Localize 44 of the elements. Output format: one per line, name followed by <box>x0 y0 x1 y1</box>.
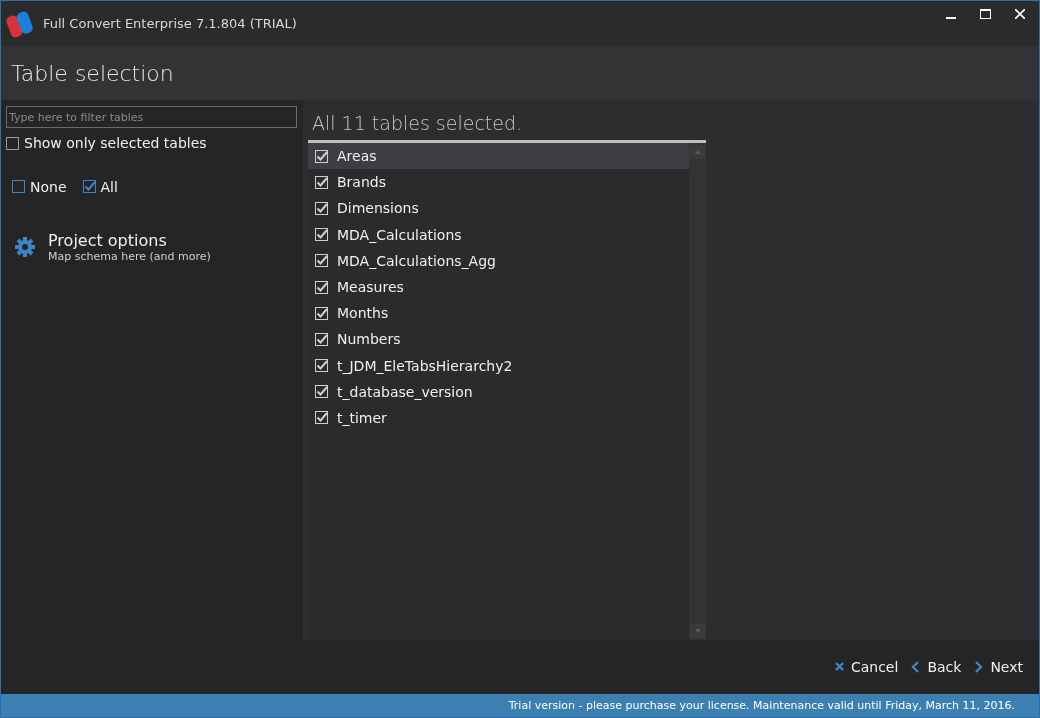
table-list-item[interactable]: t_JDM_EleTabsHierarchy2 <box>308 352 689 379</box>
chevron-right-icon <box>973 661 985 673</box>
checked-checkbox-icon[interactable] <box>315 359 328 373</box>
settings-icon[interactable] <box>14 235 36 258</box>
table-list-item[interactable]: t_timer <box>308 404 689 432</box>
checkbox-label[interactable]: Show only selected tables <box>24 135 207 151</box>
close-icon[interactable] <box>1015 9 1025 19</box>
cancel-button[interactable]: Cancel <box>833 659 899 675</box>
project-options-subtitle: Map schema here (and more) <box>48 249 211 263</box>
checkbox-icon[interactable] <box>6 136 19 150</box>
checked-checkbox-icon[interactable] <box>315 149 328 163</box>
next-button[interactable]: Next <box>973 659 1023 675</box>
checked-checkbox-icon[interactable] <box>315 306 328 320</box>
maximize-icon[interactable] <box>980 9 991 19</box>
page-title: Table selection <box>11 60 174 86</box>
checked-checkbox-icon[interactable] <box>82 180 96 193</box>
x-icon <box>833 661 845 673</box>
table-list-item[interactable]: Measures <box>308 273 689 301</box>
table-list-item[interactable]: MDA_Calculations_Agg <box>308 247 689 274</box>
chevron-left-icon <box>910 661 922 673</box>
checked-checkbox-icon[interactable] <box>315 228 328 242</box>
table-list-item[interactable]: t_database_version <box>308 378 689 405</box>
checked-checkbox-icon[interactable] <box>315 201 328 215</box>
checkbox-icon[interactable] <box>12 180 25 193</box>
checked-checkbox-icon[interactable] <box>315 411 328 425</box>
checked-checkbox-icon[interactable] <box>315 332 328 346</box>
table-list-item[interactable]: Months <box>308 300 689 327</box>
window-title: Full Convert Enterprise 7.1.804 (TRIAL) <box>43 16 297 31</box>
checked-checkbox-icon[interactable] <box>315 175 328 189</box>
checked-checkbox-icon[interactable] <box>315 254 328 268</box>
filter-field[interactable]: Type here to filter tables <box>6 106 297 128</box>
selection-summary: All 11 tables selected. <box>311 111 524 136</box>
back-button[interactable]: Back <box>910 659 962 675</box>
checkbox-label[interactable]: All <box>100 178 118 195</box>
table-list-item[interactable]: Brands <box>308 169 689 196</box>
checked-checkbox-icon[interactable] <box>315 280 328 294</box>
status-message: Trial version - please purchase your license. Maintenance valid until Friday, March 11, 2016. <box>508 699 1015 712</box>
checked-checkbox-icon[interactable] <box>315 385 328 399</box>
table-list-item[interactable]: Areas <box>308 143 689 170</box>
checkbox-label[interactable]: None <box>30 178 67 195</box>
project-options-link[interactable]: Project options <box>48 230 211 250</box>
table-list-item[interactable]: Numbers <box>308 326 689 353</box>
table-list-item[interactable]: Dimensions <box>308 195 689 222</box>
table-list-item[interactable]: MDA_Calculations <box>308 221 689 248</box>
